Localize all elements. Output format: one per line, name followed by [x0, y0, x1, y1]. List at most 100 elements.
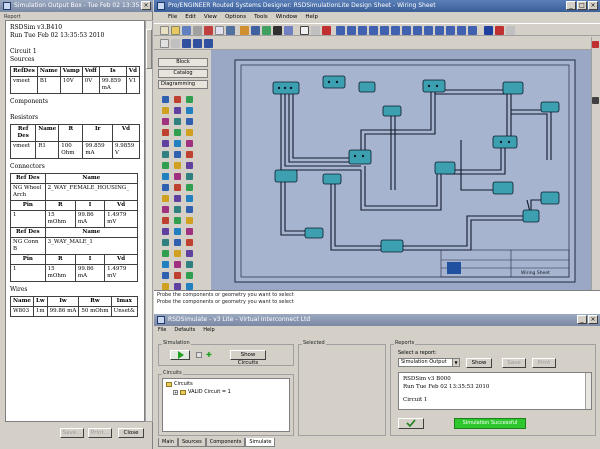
terminal-tool-icon[interactable] — [186, 217, 193, 224]
tab-main[interactable]: Main — [158, 438, 178, 447]
redraw-icon[interactable] — [413, 26, 422, 35]
print-button[interactable]: Print... — [88, 428, 112, 438]
snap-icon[interactable] — [435, 26, 444, 35]
menu-window[interactable]: Window — [276, 12, 298, 22]
close-icon[interactable]: × — [141, 1, 151, 10]
label-tool-icon[interactable] — [162, 206, 169, 213]
menu-view[interactable]: View — [204, 12, 217, 22]
close-icon[interactable]: × — [588, 1, 598, 10]
bundle-tool-icon[interactable] — [162, 239, 169, 246]
block-button[interactable]: Block — [158, 58, 208, 67]
bundle-tool-icon[interactable] — [186, 173, 193, 180]
checkbox[interactable] — [196, 352, 202, 358]
menu-tools[interactable]: Tools — [254, 12, 268, 22]
report-scrollbar[interactable] — [145, 20, 153, 422]
ruler-icon[interactable] — [592, 97, 599, 104]
wire-icon[interactable] — [262, 26, 271, 35]
report-content[interactable]: RSDSim v3.B410 Run Tue Feb 02 13:35:53 2… — [5, 20, 145, 422]
menu-edit[interactable]: Edit — [185, 12, 196, 22]
pan-icon[interactable] — [391, 26, 400, 35]
help-icon[interactable] — [506, 26, 515, 35]
menu-options[interactable]: Options — [225, 12, 246, 22]
redo-icon[interactable] — [468, 26, 477, 35]
close-button[interactable]: Close — [118, 428, 144, 438]
maximize-icon[interactable]: □ — [577, 1, 587, 10]
terminal-tool-icon[interactable] — [162, 195, 169, 202]
grid-icon[interactable] — [424, 26, 433, 35]
wire-tool-icon[interactable] — [174, 272, 181, 279]
preview-scrollbar[interactable] — [585, 373, 591, 409]
catalog-button[interactable]: Catalog — [158, 69, 208, 78]
harness-tool-icon[interactable] — [186, 195, 193, 202]
label-tool-icon[interactable] — [174, 173, 181, 180]
align-icon[interactable] — [182, 39, 191, 48]
cable-tool-icon[interactable] — [186, 250, 193, 257]
harness-tool-icon[interactable] — [162, 173, 169, 180]
zoom-previous-icon[interactable] — [380, 26, 389, 35]
connector-tool-icon[interactable] — [174, 151, 181, 158]
paste-icon[interactable] — [226, 26, 235, 35]
cable-tool-icon[interactable] — [162, 140, 169, 147]
connector-tool-icon[interactable] — [162, 96, 169, 103]
font-icon[interactable] — [171, 39, 180, 48]
circuits-tree[interactable]: Circuits + VALID Circuit = 1 — [162, 378, 290, 432]
minimize-icon[interactable]: _ — [577, 315, 587, 324]
cable-tool-icon[interactable] — [174, 283, 181, 290]
splice-tool-icon[interactable] — [186, 272, 193, 279]
cable-icon[interactable] — [284, 26, 293, 35]
terminal-tool-icon[interactable] — [162, 107, 169, 114]
report-select[interactable]: Simulation Output ▼ — [398, 358, 460, 367]
select-arrow-icon[interactable] — [300, 26, 309, 35]
tab-components[interactable]: Components — [205, 438, 246, 447]
label-tool-icon[interactable] — [186, 140, 193, 147]
menu-help[interactable]: Help — [203, 326, 214, 335]
report-preview[interactable]: RSDSim v3 B000 Run Tue Feb 02 13:35:53 2… — [398, 372, 592, 410]
save-icon[interactable] — [182, 26, 191, 35]
run-button[interactable] — [170, 350, 190, 360]
harness-tool-icon[interactable] — [174, 228, 181, 235]
splice-tool-icon[interactable] — [174, 129, 181, 136]
cable-tool-icon[interactable] — [174, 107, 181, 114]
tab-sources[interactable]: Sources — [177, 438, 206, 447]
delete-icon[interactable] — [322, 26, 331, 35]
diagramming-dropdown[interactable]: Diagramming — [158, 80, 208, 89]
cable-tool-icon[interactable] — [186, 162, 193, 169]
label-tool-icon[interactable] — [186, 228, 193, 235]
refresh-icon[interactable] — [402, 26, 411, 35]
expand-icon[interactable]: + — [173, 389, 178, 395]
splice-tool-icon[interactable] — [186, 184, 193, 191]
harness-tool-icon[interactable] — [174, 140, 181, 147]
menu-defaults[interactable]: Defaults — [174, 326, 195, 335]
line-tool-icon[interactable] — [484, 26, 493, 35]
bundle-tool-icon[interactable] — [186, 261, 193, 268]
scrollbar-thumb[interactable] — [146, 29, 152, 69]
label-tool-icon[interactable] — [174, 261, 181, 268]
stop-icon[interactable] — [495, 26, 504, 35]
save-button[interactable]: Save — [502, 358, 526, 368]
bundle-tool-icon[interactable] — [162, 151, 169, 158]
tree-root[interactable]: Circuits — [166, 381, 193, 387]
pointer-icon[interactable] — [311, 26, 320, 35]
show-circuits-button[interactable]: Show Circuits — [230, 350, 266, 366]
label-tool-icon[interactable] — [162, 118, 169, 125]
harness-tool-icon[interactable] — [162, 261, 169, 268]
menu-help[interactable]: Help — [305, 12, 318, 22]
terminal-tool-icon[interactable] — [174, 162, 181, 169]
component-icon[interactable] — [240, 26, 249, 35]
minimize-icon[interactable]: _ — [566, 1, 576, 10]
cable-tool-icon[interactable] — [162, 228, 169, 235]
wire-tool-icon[interactable] — [186, 151, 193, 158]
connector-icon[interactable] — [251, 26, 260, 35]
menu-file[interactable]: File — [168, 12, 177, 22]
harness-tool-icon[interactable] — [186, 283, 193, 290]
wire-tool-icon[interactable] — [186, 239, 193, 246]
print-icon[interactable] — [193, 26, 202, 35]
save-button[interactable]: Save... — [60, 428, 84, 438]
cut-icon[interactable] — [204, 26, 213, 35]
confirm-button[interactable] — [398, 418, 424, 429]
wire-tool-icon[interactable] — [174, 184, 181, 191]
zoom-fit-icon[interactable] — [336, 26, 345, 35]
splice-tool-icon[interactable] — [174, 217, 181, 224]
close-icon[interactable]: × — [588, 315, 598, 324]
text-icon[interactable] — [160, 39, 169, 48]
